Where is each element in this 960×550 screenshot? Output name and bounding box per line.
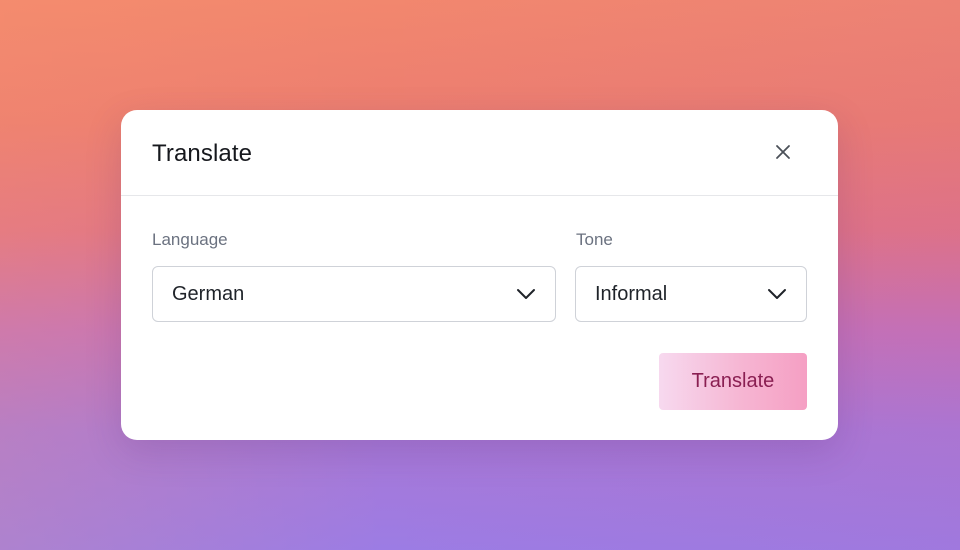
- tone-label: Tone: [576, 230, 613, 249]
- tone-select[interactable]: Informal: [575, 266, 807, 322]
- language-select-value: German: [172, 282, 245, 305]
- tone-select-value: Informal: [595, 282, 668, 305]
- language-select[interactable]: German: [152, 266, 556, 322]
- language-label: Language: [152, 230, 228, 249]
- translate-button[interactable]: Translate: [659, 353, 807, 410]
- close-icon: [776, 145, 790, 159]
- dialog-header: Translate: [121, 110, 838, 196]
- chevron-down-icon: [515, 283, 537, 305]
- translate-dialog: Translate Language German Tone Informal …: [121, 110, 838, 440]
- chevron-down-icon: [766, 283, 788, 305]
- close-button[interactable]: [771, 140, 795, 164]
- dialog-title: Translate: [152, 140, 253, 167]
